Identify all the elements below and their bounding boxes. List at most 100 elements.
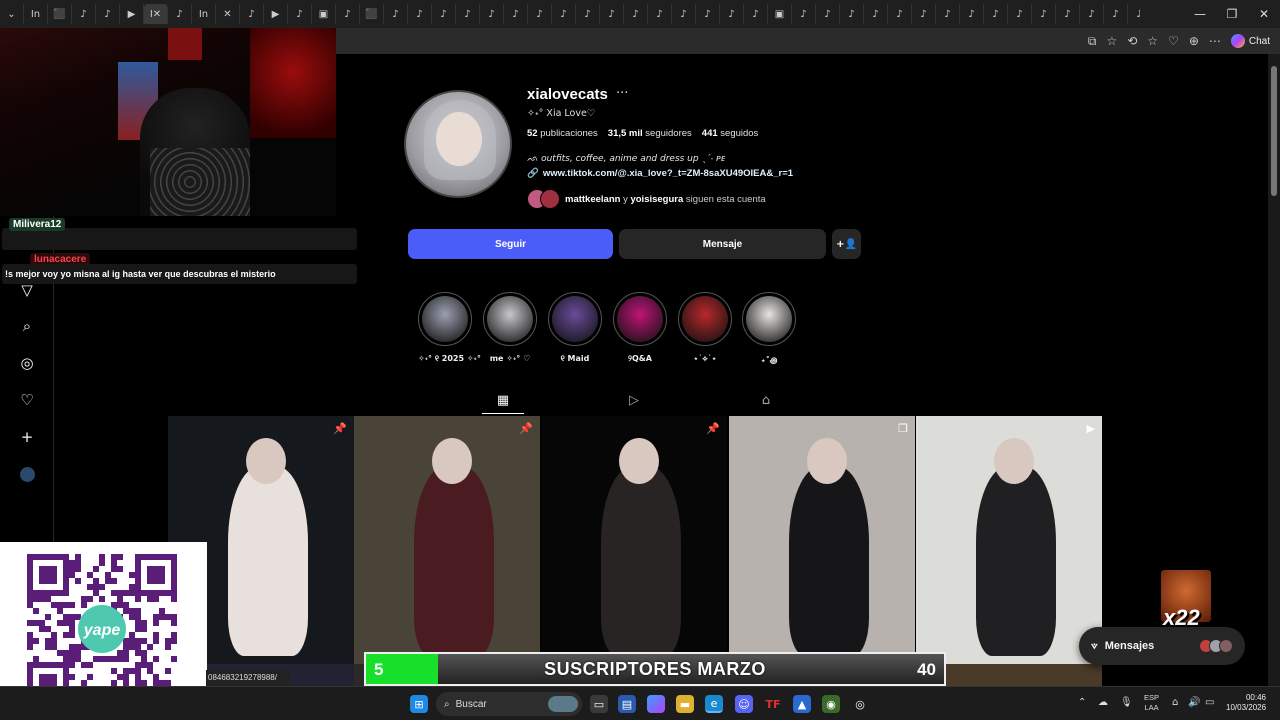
profile-avatar-icon[interactable] <box>17 464 37 484</box>
profile-link[interactable]: 🔗 www.tiktok.com/@.xia_love?_t=ZM-8saXU4… <box>527 168 793 179</box>
copilot-chat-button[interactable]: Chat <box>1230 34 1270 48</box>
profile-avatar[interactable] <box>404 90 512 198</box>
maximize-button[interactable]: ❐ <box>1216 7 1248 21</box>
discord-icon[interactable]: ☺ <box>735 695 753 713</box>
settings-more-icon[interactable]: ⋯ <box>1209 34 1221 48</box>
taskbar-clock[interactable]: 00:46 10/03/2026 <box>1226 693 1266 713</box>
photos-icon[interactable]: ▲ <box>793 695 811 713</box>
tab-list-icon[interactable]: ⌄ <box>0 4 24 24</box>
battery-icon[interactable]: ▭ <box>1205 697 1214 708</box>
minimize-button[interactable]: — <box>1184 7 1216 21</box>
onedrive-icon[interactable]: ☁ <box>1098 697 1108 708</box>
story-highlight[interactable]: ✧˖° ୧ 2025 ✧˖° <box>418 292 481 364</box>
story-highlight[interactable]: ୨Q&A <box>613 292 667 364</box>
tf-app-icon[interactable]: TF <box>764 695 782 713</box>
browser-tab[interactable]: ♪ <box>552 4 576 24</box>
network-icon[interactable]: ⌂ <box>1172 697 1178 708</box>
file-explorer-icon[interactable]: ▬ <box>676 695 694 713</box>
browser-tab[interactable]: ♪ <box>96 4 120 24</box>
task-view-icon[interactable]: ▭ <box>590 695 608 713</box>
microphone-icon[interactable]: 🎙 <box>1120 697 1133 708</box>
browser-tab[interactable]: ⬛ <box>48 4 72 24</box>
browser-tab[interactable]: ♪ <box>456 4 480 24</box>
following-count[interactable]: 441 seguidos <box>702 128 759 139</box>
browser-tab[interactable]: In <box>192 4 216 24</box>
browser-tab[interactable]: ▣ <box>768 4 792 24</box>
browser-tab[interactable]: ♪ <box>1056 4 1080 24</box>
search-icon[interactable]: ⌕ <box>17 316 37 336</box>
follow-button[interactable]: Seguir <box>408 229 613 259</box>
browser-tab[interactable]: ♪ <box>336 4 360 24</box>
volume-icon[interactable]: 🔊 <box>1188 697 1200 708</box>
browser-essentials-icon[interactable]: ♡ <box>1168 34 1179 48</box>
favorites-icon[interactable]: ☆ <box>1147 34 1158 48</box>
browser-tab[interactable]: ♪ <box>936 4 960 24</box>
story-highlight[interactable]: me ✧˖° ♡ <box>483 292 537 363</box>
create-plus-icon[interactable]: + <box>17 427 37 447</box>
posts-grid-tab-icon[interactable]: ▦ <box>493 390 513 410</box>
browser-tab[interactable]: ♪ <box>864 4 888 24</box>
favorite-star-icon[interactable]: ☆ <box>1106 34 1117 48</box>
browser-tab[interactable]: ▶ <box>120 4 144 24</box>
browser-tab[interactable]: ♪ <box>984 4 1008 24</box>
post-thumbnail[interactable]: 📌 <box>541 416 727 664</box>
tagged-tab-icon[interactable]: ⌂ <box>756 390 776 410</box>
browser-tab[interactable]: ♪ <box>1080 4 1104 24</box>
windows-start-icon[interactable]: ⊞ <box>410 695 428 713</box>
post-thumbnail[interactable]: ▶ <box>916 416 1102 664</box>
explore-icon[interactable]: ◎ <box>17 353 37 373</box>
browser-tab[interactable]: ♪ <box>792 4 816 24</box>
browser-tab[interactable]: ♪ <box>432 4 456 24</box>
page-scrollbar[interactable] <box>1268 54 1280 686</box>
options-more-icon[interactable]: ··· <box>616 86 628 101</box>
browser-tab[interactable]: ♪ <box>384 4 408 24</box>
refresh-icon[interactable]: ⟲ <box>1127 34 1137 48</box>
browser-tab[interactable]: ▣ <box>312 4 336 24</box>
copilot-app-icon[interactable] <box>647 695 665 713</box>
xbox-icon[interactable]: ◉ <box>822 695 840 713</box>
browser-tab[interactable]: ♪ <box>888 4 912 24</box>
followed-by[interactable]: mattkeelann y yoisisegura siguen esta cu… <box>527 189 766 209</box>
browser-tab[interactable]: ♪ <box>744 4 768 24</box>
story-highlight[interactable]: ⋆˚꩜ <box>742 292 796 366</box>
browser-tab[interactable]: ♪ <box>1128 4 1140 24</box>
browser-tab[interactable]: ♪ <box>840 4 864 24</box>
reels-tab-icon[interactable]: ▷ <box>624 390 644 410</box>
taskbar-search[interactable]: ⌕ Buscar <box>436 692 582 716</box>
browser-tab[interactable]: ♪ <box>624 4 648 24</box>
browser-tab[interactable]: ♪ <box>912 4 936 24</box>
browser-tab[interactable]: ♪ <box>168 4 192 24</box>
story-highlight[interactable]: ୧ Maid <box>548 292 602 364</box>
messages-button[interactable]: ⟇ Mensajes <box>1079 627 1245 665</box>
browser-tab[interactable]: ♪ <box>696 4 720 24</box>
close-window-button[interactable]: ✕ <box>1248 7 1280 21</box>
browser-tab[interactable]: In <box>24 4 48 24</box>
browser-tab[interactable]: ▶ <box>264 4 288 24</box>
edge-icon[interactable]: e <box>705 695 723 713</box>
browser-tab[interactable]: ♪ <box>648 4 672 24</box>
browser-tab[interactable]: ♪ <box>720 4 744 24</box>
browser-tab[interactable]: ♪ <box>408 4 432 24</box>
browser-tab[interactable]: ♪ <box>288 4 312 24</box>
split-screen-icon[interactable]: ⧉ <box>1088 34 1097 49</box>
browser-tab[interactable]: ♪ <box>672 4 696 24</box>
browser-tab[interactable]: ✕ <box>216 4 240 24</box>
browser-tab[interactable]: ♪ <box>240 4 264 24</box>
suggested-users-button[interactable]: +👤 <box>832 229 861 259</box>
language-indicator[interactable]: ESP LAA <box>1144 693 1159 713</box>
post-thumbnail[interactable]: 📌 <box>354 416 540 664</box>
scrollbar-thumb[interactable] <box>1271 66 1277 196</box>
browser-tab[interactable]: ♪ <box>576 4 600 24</box>
browser-tab[interactable]: ♪ <box>816 4 840 24</box>
browser-tab[interactable]: ♪ <box>1032 4 1056 24</box>
obs-icon[interactable]: ◎ <box>851 695 869 713</box>
story-highlight[interactable]: ⋆˙⟡˙⋆ <box>678 292 732 364</box>
post-thumbnail[interactable]: ❐ <box>729 416 915 664</box>
browser-tab[interactable]: ♪ <box>960 4 984 24</box>
browser-tab[interactable]: ♪ <box>72 4 96 24</box>
browser-tab[interactable]: ♪ <box>504 4 528 24</box>
active-browser-tab[interactable]: I✕ <box>144 4 168 24</box>
store-icon[interactable]: ▤ <box>618 695 636 713</box>
browser-tab[interactable]: ♪ <box>1008 4 1032 24</box>
followers-count[interactable]: 31,5 mil seguidores <box>608 128 692 139</box>
